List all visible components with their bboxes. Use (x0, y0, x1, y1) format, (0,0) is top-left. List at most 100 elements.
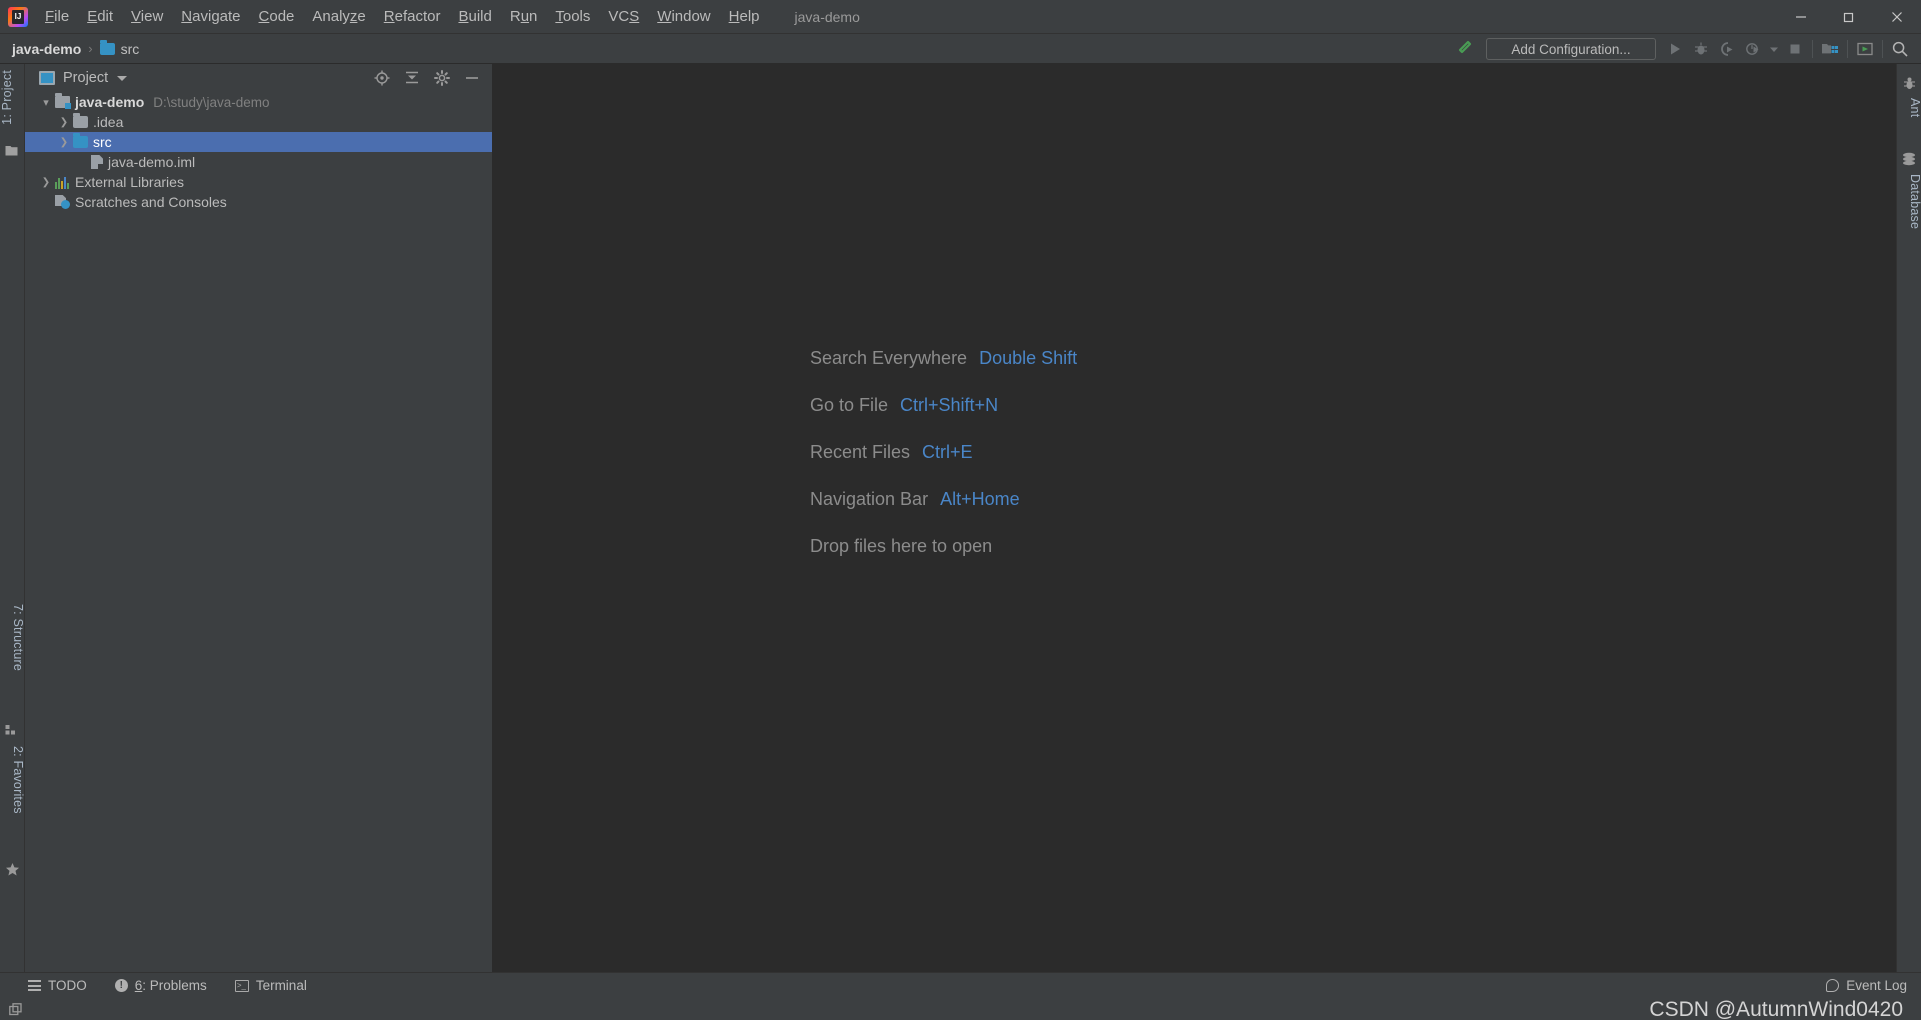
sidebar-item-structure[interactable]: 7: Structure (0, 604, 25, 671)
editor-hint-shortcut: Double Shift (979, 348, 1078, 368)
breadcrumb-project[interactable]: java-demo (12, 41, 81, 57)
menu-item-window[interactable]: Window (648, 4, 719, 29)
tree-node[interactable]: Scratches and Consoles (25, 192, 492, 212)
profiler-icon[interactable] (1740, 36, 1766, 62)
editor-hint: Search Everywhere Double Shift (810, 348, 1077, 369)
tree-node-label: src (93, 134, 112, 150)
sidebar-item-ant[interactable]: Ant (1897, 98, 1921, 117)
project-tree[interactable]: java-demo D:\study\java-demo .idea src java-… (25, 92, 492, 984)
status-item-problems-label: 6: Problems (134, 978, 207, 993)
status-item-problems[interactable]: ! 6: Problems (114, 978, 207, 993)
editor-hint-label: Navigation Bar (810, 489, 929, 509)
tree-node[interactable]: src (25, 132, 492, 152)
bottom-bar: CSDN @AutumnWind0420 (0, 998, 1921, 1020)
tree-node[interactable]: .idea (25, 112, 492, 132)
breadcrumb-src[interactable]: src (99, 39, 140, 57)
event-log-icon (1826, 979, 1840, 992)
debug-icon[interactable] (1688, 36, 1714, 62)
search-icon[interactable] (1887, 36, 1913, 62)
menu-item-code[interactable]: Code (250, 4, 304, 29)
editor-hint-label: Recent Files (810, 442, 911, 462)
menu-item-run[interactable]: Run (501, 4, 547, 29)
sidebar-item-database[interactable]: Database (1897, 174, 1921, 229)
tree-node-label: Scratches and Consoles (75, 194, 227, 210)
chevron-down-icon[interactable] (37, 96, 55, 109)
menu-item-edit[interactable]: Edit (78, 4, 122, 29)
build-hammer-icon[interactable] (1450, 36, 1480, 62)
editor-hint: Recent Files Ctrl+E (810, 442, 1077, 463)
run-with-coverage-icon[interactable] (1714, 36, 1740, 62)
star-icon (5, 862, 20, 877)
toggle-tool-windows-icon[interactable] (9, 1003, 23, 1017)
stop-icon[interactable] (1782, 36, 1808, 62)
editor-empty-area: Search Everywhere Double Shift Go to File C… (492, 64, 1896, 984)
tree-node-label: java-demo (75, 94, 145, 110)
editor-hint-shortcut: Ctrl+E (922, 442, 973, 462)
editor-hint: Navigation Bar Alt+Home (810, 489, 1077, 510)
project-structure-icon[interactable] (1817, 36, 1843, 62)
menu-item-build[interactable]: Build (449, 4, 500, 29)
breadcrumb-separator: › (88, 41, 93, 56)
menu-item-navigate[interactable]: Navigate (172, 4, 249, 29)
editor-hint-list: Search Everywhere Double Shift Go to File C… (810, 348, 1077, 583)
chevron-down-icon[interactable] (117, 75, 128, 81)
editor-hint-shortcut: Ctrl+Shift+N (900, 395, 999, 415)
folder-icon (99, 39, 115, 55)
tree-node-label: .idea (93, 114, 124, 130)
close-button[interactable] (1873, 0, 1921, 34)
idea-window: FileEditViewNavigateCodeAnalyzeRefactorB… (0, 0, 1921, 1020)
chevron-right-icon[interactable] (37, 176, 55, 188)
folder-gray-icon (73, 113, 88, 128)
gear-icon[interactable] (434, 70, 450, 86)
module-folder-icon (55, 93, 71, 109)
minimize-button[interactable] (1777, 0, 1825, 34)
menu-item-refactor[interactable]: Refactor (375, 4, 450, 29)
tree-node[interactable]: java-demo.iml (25, 152, 492, 172)
maximize-button[interactable] (1825, 0, 1873, 34)
menu-item-help[interactable]: Help (720, 4, 769, 29)
tree-node-label: java-demo.iml (108, 154, 196, 170)
tree-node[interactable]: External Libraries (25, 172, 492, 192)
select-in-icon[interactable] (1852, 36, 1878, 62)
project-panel-title: Project (63, 70, 109, 86)
menu-bar: FileEditViewNavigateCodeAnalyzeRefactorB… (0, 0, 1921, 34)
library-icon (55, 176, 70, 189)
menu-item-view[interactable]: View (122, 4, 172, 29)
locate-icon[interactable] (374, 70, 390, 86)
menu-item-analyze[interactable]: Analyze (303, 4, 374, 29)
chevron-right-icon[interactable] (55, 136, 73, 148)
status-item-event-log[interactable]: Event Log (1826, 978, 1921, 993)
collapse-all-icon[interactable] (404, 70, 420, 86)
add-configuration-button[interactable]: Add Configuration... (1486, 38, 1656, 60)
toolbar-divider-3 (1882, 40, 1883, 58)
breadcrumb-src-label: src (120, 40, 140, 57)
status-bar: TODO ! 6: Problems >_ Terminal Event Log (0, 972, 1921, 998)
profiler-dropdown-icon[interactable] (1766, 36, 1782, 62)
menu-item-file[interactable]: File (36, 4, 78, 29)
terminal-icon: >_ (234, 979, 249, 992)
toolbar-divider-2 (1847, 40, 1848, 58)
menu-item-vcs[interactable]: VCS (599, 4, 648, 29)
problems-icon: ! (114, 979, 128, 992)
left-tool-window-strip: 1: Project 7: Structure 2: Favorites (0, 64, 25, 984)
editor-hint-label: Search Everywhere (810, 348, 968, 368)
structure-icon (5, 724, 20, 739)
todo-icon (28, 980, 41, 991)
sidebar-item-project[interactable]: 1: Project (0, 70, 25, 125)
status-item-terminal[interactable]: >_ Terminal (234, 978, 307, 993)
watermark-text: CSDN @AutumnWind0420 (1649, 998, 1903, 1020)
run-icon[interactable] (1662, 36, 1688, 62)
editor-hint: Go to File Ctrl+Shift+N (810, 395, 1077, 416)
hide-icon[interactable] (464, 70, 480, 86)
tree-node-label: External Libraries (75, 174, 184, 190)
intellij-logo-icon (8, 6, 28, 27)
menu-items: File Edit View Navigate Code Analyze Refactor B… (36, 4, 769, 29)
project-window-icon (39, 71, 55, 85)
window-controls (1777, 0, 1921, 34)
status-item-event-log-label: Event Log (1846, 978, 1907, 993)
sidebar-item-favorites[interactable]: 2: Favorites (0, 746, 25, 814)
menu-item-tools[interactable]: Tools (546, 4, 599, 29)
tree-node[interactable]: java-demo D:\study\java-demo (25, 92, 492, 112)
status-item-todo[interactable]: TODO (28, 978, 87, 993)
chevron-right-icon[interactable] (55, 116, 73, 128)
